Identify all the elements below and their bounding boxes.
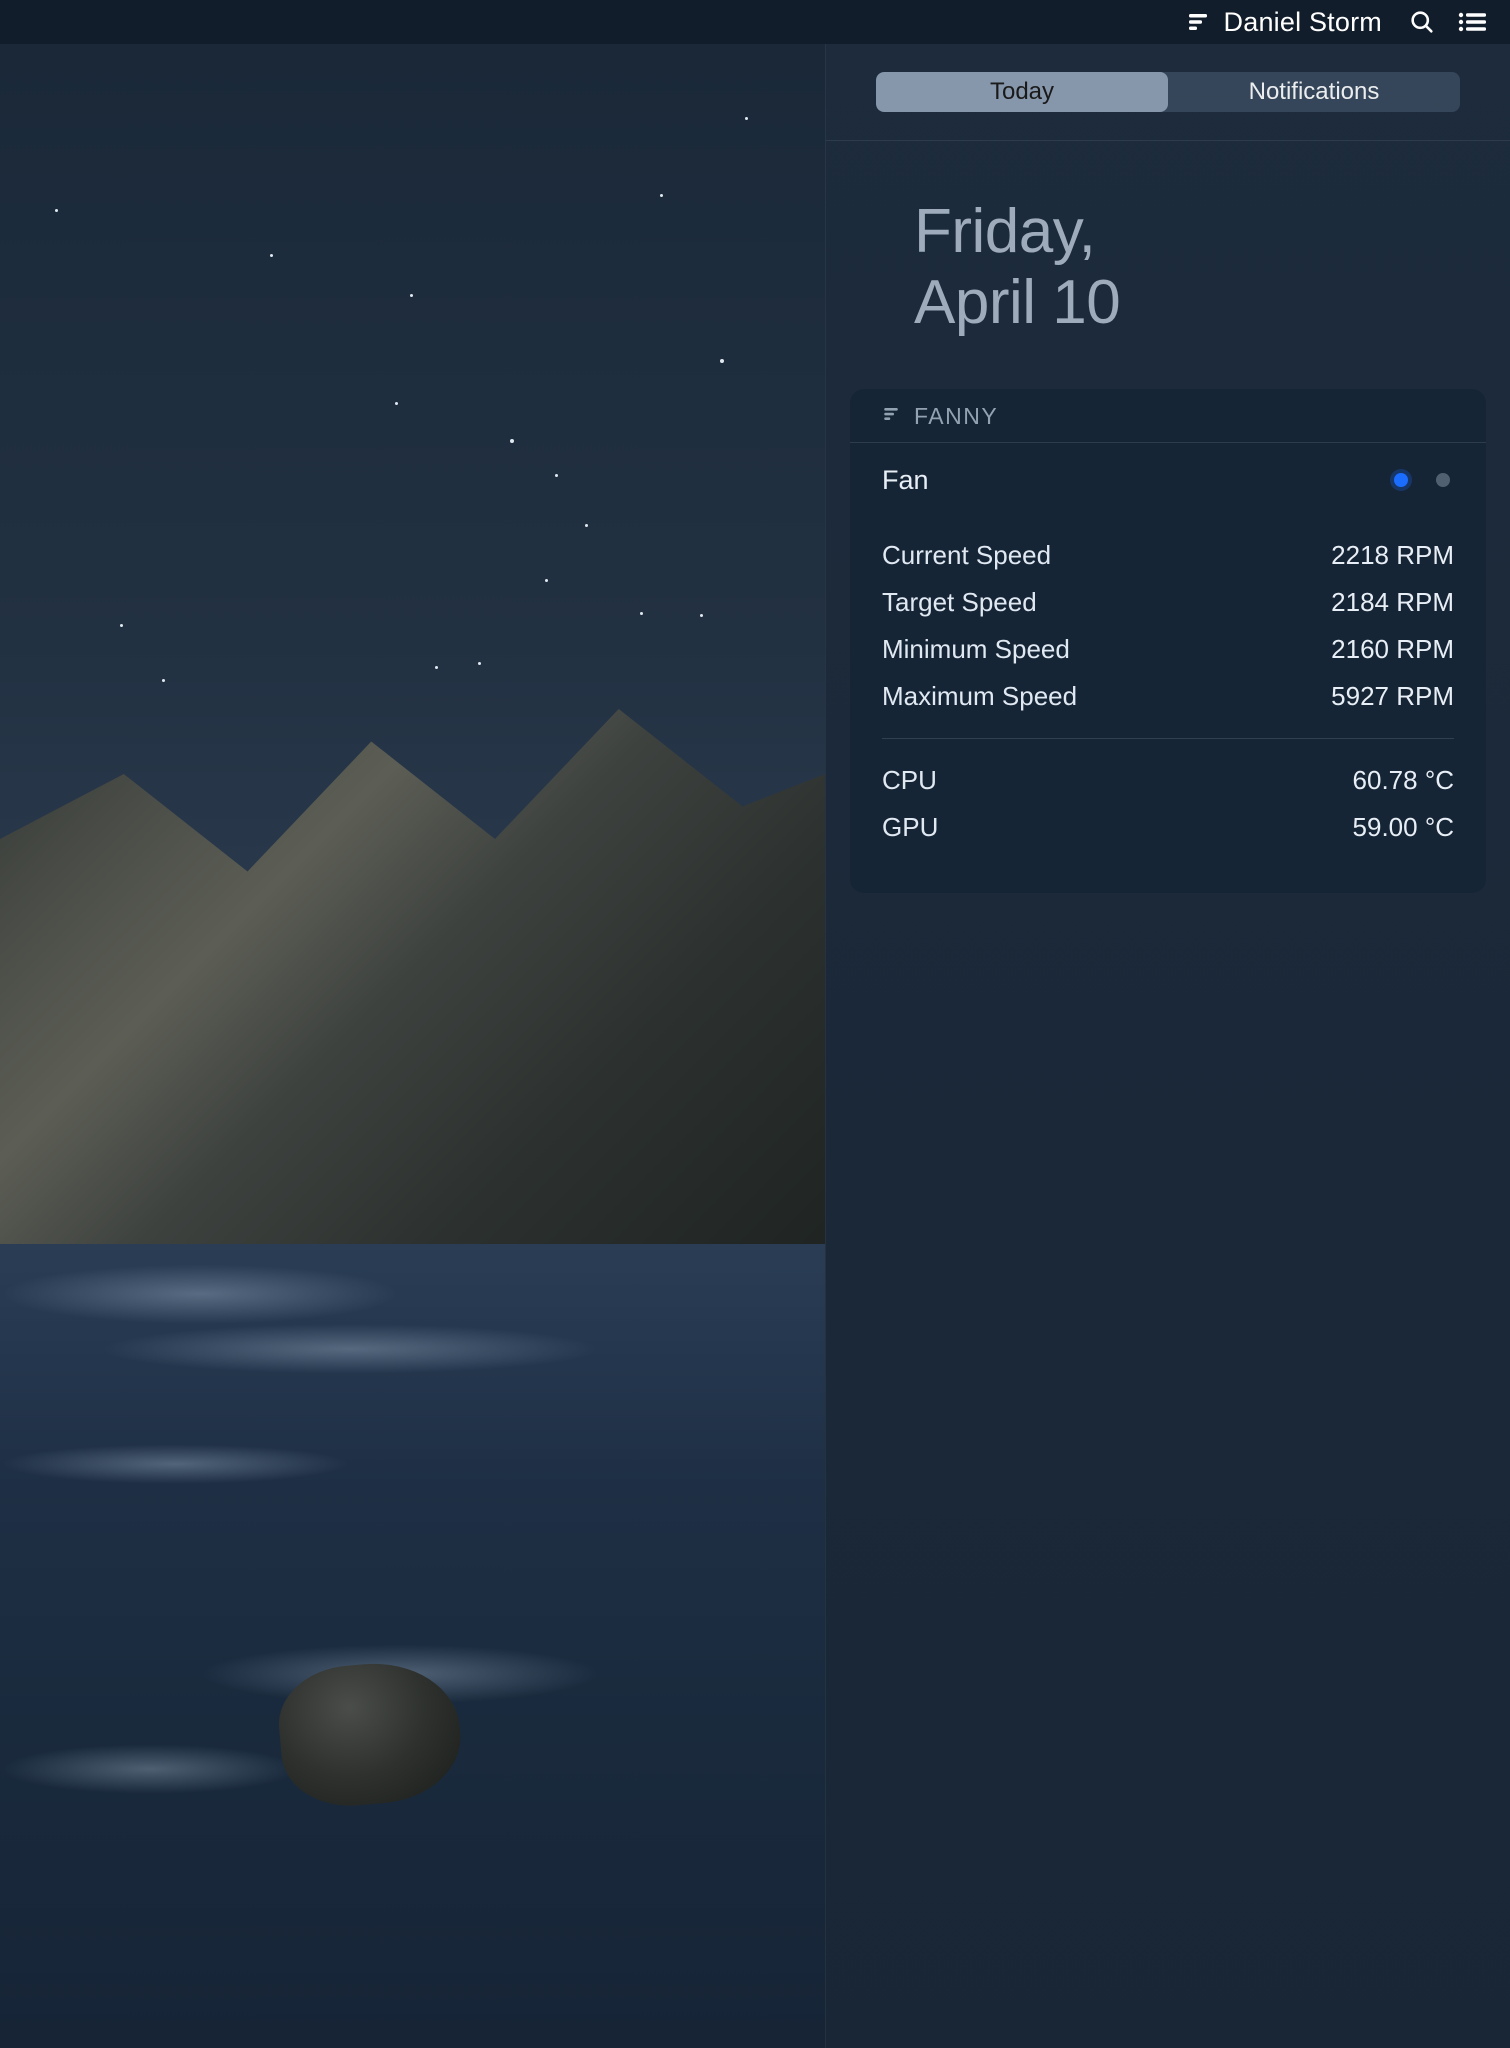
spotlight-search-icon[interactable] [1404, 8, 1440, 36]
date-display: Friday, April 10 [914, 196, 1510, 339]
menubar-right-group: Daniel Storm [1186, 7, 1492, 38]
fanny-menubar-icon[interactable] [1186, 10, 1210, 34]
tab-notifications[interactable]: Notifications [1168, 72, 1460, 112]
notification-center-icon[interactable] [1454, 10, 1492, 34]
widget-header[interactable]: FANNY [850, 389, 1486, 442]
panel-divider [826, 140, 1510, 141]
label-cpu: CPU [882, 765, 937, 796]
date-monthday: April 10 [914, 267, 1510, 338]
row-target-speed: Target Speed 2184 RPM [882, 579, 1454, 626]
fanny-widget: FANNY Fan Current Speed 2218 RPM Target … [850, 389, 1486, 893]
fan-page-dots [1394, 473, 1450, 487]
fan-label: Fan [882, 465, 929, 496]
page-dot-1[interactable] [1394, 473, 1408, 487]
row-gpu-temp: GPU 59.00 °C [882, 804, 1454, 851]
tab-today[interactable]: Today [876, 72, 1168, 112]
value-target-speed: 2184 RPM [1331, 587, 1454, 618]
label-current-speed: Current Speed [882, 540, 1051, 571]
desktop-wallpaper [0, 44, 825, 2048]
value-maximum-speed: 5927 RPM [1331, 681, 1454, 712]
today-notifications-tabs: Today Notifications [876, 72, 1460, 112]
row-cpu-temp: CPU 60.78 °C [882, 757, 1454, 804]
page-dot-2[interactable] [1436, 473, 1450, 487]
temperature-section: CPU 60.78 °C GPU 59.00 °C [882, 738, 1454, 869]
widget-title: FANNY [914, 403, 998, 430]
fan-speed-section: Current Speed 2218 RPM Target Speed 2184… [882, 514, 1454, 738]
widget-body: Fan Current Speed 2218 RPM Target Speed … [850, 443, 1486, 893]
fanny-widget-icon [882, 405, 900, 428]
date-weekday: Friday, [914, 196, 1510, 267]
value-minimum-speed: 2160 RPM [1331, 634, 1454, 665]
label-minimum-speed: Minimum Speed [882, 634, 1070, 665]
fan-header-row: Fan [882, 443, 1454, 514]
label-gpu: GPU [882, 812, 938, 843]
row-minimum-speed: Minimum Speed 2160 RPM [882, 626, 1454, 673]
value-current-speed: 2218 RPM [1331, 540, 1454, 571]
label-maximum-speed: Maximum Speed [882, 681, 1077, 712]
value-gpu-temp: 59.00 °C [1353, 812, 1454, 843]
username-label[interactable]: Daniel Storm [1224, 7, 1382, 38]
value-cpu-temp: 60.78 °C [1353, 765, 1454, 796]
row-maximum-speed: Maximum Speed 5927 RPM [882, 673, 1454, 720]
row-current-speed: Current Speed 2218 RPM [882, 532, 1454, 579]
notification-center-panel: Today Notifications Friday, April 10 FAN… [825, 44, 1510, 2048]
menubar: Daniel Storm [0, 0, 1510, 44]
label-target-speed: Target Speed [882, 587, 1037, 618]
